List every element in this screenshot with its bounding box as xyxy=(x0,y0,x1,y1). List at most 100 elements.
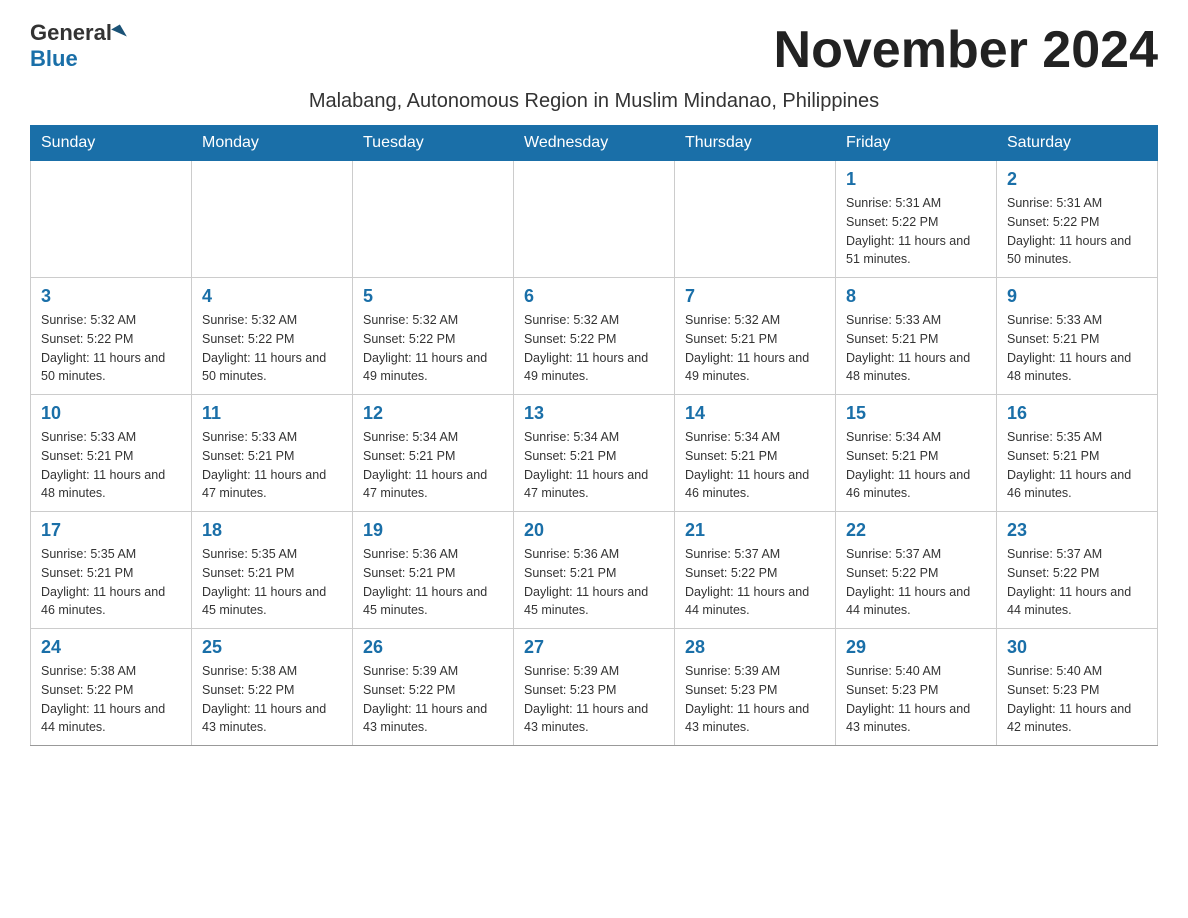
calendar-cell: 23 Sunrise: 5:37 AM Sunset: 5:22 PM Dayli… xyxy=(997,512,1158,629)
calendar-week-row: 3 Sunrise: 5:32 AM Sunset: 5:22 PM Daylig… xyxy=(31,278,1158,395)
calendar-cell: 4 Sunrise: 5:32 AM Sunset: 5:22 PM Daylig… xyxy=(192,278,353,395)
calendar-cell: 13 Sunrise: 5:34 AM Sunset: 5:21 PM Dayli… xyxy=(514,395,675,512)
day-number: 22 xyxy=(846,520,986,541)
day-info: Sunrise: 5:36 AM Sunset: 5:21 PM Dayligh… xyxy=(363,545,503,620)
day-number: 13 xyxy=(524,403,664,424)
day-info: Sunrise: 5:40 AM Sunset: 5:23 PM Dayligh… xyxy=(1007,662,1147,737)
logo-general-text: General xyxy=(30,20,112,46)
day-info: Sunrise: 5:33 AM Sunset: 5:21 PM Dayligh… xyxy=(1007,311,1147,386)
calendar-week-row: 17 Sunrise: 5:35 AM Sunset: 5:21 PM Dayli… xyxy=(31,512,1158,629)
calendar-week-row: 1Sunrise: 5:31 AM Sunset: 5:22 PM Daylig… xyxy=(31,161,1158,278)
day-info: Sunrise: 5:40 AM Sunset: 5:23 PM Dayligh… xyxy=(846,662,986,737)
calendar-cell xyxy=(192,161,353,278)
day-number: 4 xyxy=(202,286,342,307)
day-number: 16 xyxy=(1007,403,1147,424)
month-title: November 2024 xyxy=(774,20,1158,80)
calendar-cell: 18Sunrise: 5:35 AM Sunset: 5:21 PM Dayli… xyxy=(192,512,353,629)
calendar-cell: 17 Sunrise: 5:35 AM Sunset: 5:21 PM Dayli… xyxy=(31,512,192,629)
day-of-week-header: Monday xyxy=(192,126,353,161)
calendar-cell: 5Sunrise: 5:32 AM Sunset: 5:22 PM Daylig… xyxy=(353,278,514,395)
calendar-cell: 15 Sunrise: 5:34 AM Sunset: 5:21 PM Dayli… xyxy=(836,395,997,512)
day-number: 20 xyxy=(524,520,664,541)
calendar-cell: 9 Sunrise: 5:33 AM Sunset: 5:21 PM Daylig… xyxy=(997,278,1158,395)
day-number: 14 xyxy=(685,403,825,424)
calendar-cell xyxy=(353,161,514,278)
day-info: Sunrise: 5:34 AM Sunset: 5:21 PM Dayligh… xyxy=(524,428,664,503)
calendar-table: SundayMondayTuesdayWednesdayThursdayFrid… xyxy=(30,125,1158,746)
day-number: 27 xyxy=(524,637,664,658)
calendar-cell: 25 Sunrise: 5:38 AM Sunset: 5:22 PM Dayli… xyxy=(192,629,353,746)
logo-blue-text: Blue xyxy=(30,46,78,71)
day-info: Sunrise: 5:34 AM Sunset: 5:21 PM Dayligh… xyxy=(846,428,986,503)
calendar-cell xyxy=(675,161,836,278)
page-header: General Blue November 2024 xyxy=(30,20,1158,80)
calendar-cell: 30 Sunrise: 5:40 AM Sunset: 5:23 PM Dayli… xyxy=(997,629,1158,746)
calendar-cell: 21 Sunrise: 5:37 AM Sunset: 5:22 PM Dayli… xyxy=(675,512,836,629)
day-of-week-header: Saturday xyxy=(997,126,1158,161)
day-number: 5 xyxy=(363,286,503,307)
day-number: 21 xyxy=(685,520,825,541)
day-info: Sunrise: 5:38 AM Sunset: 5:22 PM Dayligh… xyxy=(202,662,342,737)
calendar-cell: 10Sunrise: 5:33 AM Sunset: 5:21 PM Dayli… xyxy=(31,395,192,512)
day-number: 9 xyxy=(1007,286,1147,307)
day-number: 28 xyxy=(685,637,825,658)
day-of-week-header: Wednesday xyxy=(514,126,675,161)
calendar-cell: 12 Sunrise: 5:34 AM Sunset: 5:21 PM Dayli… xyxy=(353,395,514,512)
calendar-cell: 16Sunrise: 5:35 AM Sunset: 5:21 PM Dayli… xyxy=(997,395,1158,512)
day-number: 3 xyxy=(41,286,181,307)
day-info: Sunrise: 5:32 AM Sunset: 5:22 PM Dayligh… xyxy=(524,311,664,386)
logo-arrow-icon xyxy=(111,24,127,41)
subtitle: Malabang, Autonomous Region in Muslim Mi… xyxy=(30,90,1158,113)
calendar-cell: 20Sunrise: 5:36 AM Sunset: 5:21 PM Dayli… xyxy=(514,512,675,629)
calendar-cell: 26 Sunrise: 5:39 AM Sunset: 5:22 PM Dayli… xyxy=(353,629,514,746)
day-info: Sunrise: 5:39 AM Sunset: 5:23 PM Dayligh… xyxy=(685,662,825,737)
day-of-week-header: Tuesday xyxy=(353,126,514,161)
day-info: Sunrise: 5:39 AM Sunset: 5:22 PM Dayligh… xyxy=(363,662,503,737)
day-number: 30 xyxy=(1007,637,1147,658)
day-info: Sunrise: 5:33 AM Sunset: 5:21 PM Dayligh… xyxy=(846,311,986,386)
day-info: Sunrise: 5:32 AM Sunset: 5:21 PM Dayligh… xyxy=(685,311,825,386)
day-info: Sunrise: 5:38 AM Sunset: 5:22 PM Dayligh… xyxy=(41,662,181,737)
calendar-cell xyxy=(514,161,675,278)
calendar-cell: 28 Sunrise: 5:39 AM Sunset: 5:23 PM Dayli… xyxy=(675,629,836,746)
day-info: Sunrise: 5:35 AM Sunset: 5:21 PM Dayligh… xyxy=(41,545,181,620)
calendar-cell: 3 Sunrise: 5:32 AM Sunset: 5:22 PM Daylig… xyxy=(31,278,192,395)
calendar-cell: 6Sunrise: 5:32 AM Sunset: 5:22 PM Daylig… xyxy=(514,278,675,395)
day-number: 2 xyxy=(1007,169,1147,190)
calendar-cell: 27 Sunrise: 5:39 AM Sunset: 5:23 PM Dayli… xyxy=(514,629,675,746)
day-number: 12 xyxy=(363,403,503,424)
day-info: Sunrise: 5:32 AM Sunset: 5:22 PM Dayligh… xyxy=(202,311,342,386)
day-number: 17 xyxy=(41,520,181,541)
calendar-header-row: SundayMondayTuesdayWednesdayThursdayFrid… xyxy=(31,126,1158,161)
day-number: 29 xyxy=(846,637,986,658)
calendar-cell: 1Sunrise: 5:31 AM Sunset: 5:22 PM Daylig… xyxy=(836,161,997,278)
day-info: Sunrise: 5:34 AM Sunset: 5:21 PM Dayligh… xyxy=(363,428,503,503)
day-info: Sunrise: 5:31 AM Sunset: 5:22 PM Dayligh… xyxy=(1007,194,1147,269)
calendar-cell: 8Sunrise: 5:33 AM Sunset: 5:21 PM Daylig… xyxy=(836,278,997,395)
logo: General Blue xyxy=(30,20,126,72)
calendar-cell: 22Sunrise: 5:37 AM Sunset: 5:22 PM Dayli… xyxy=(836,512,997,629)
day-info: Sunrise: 5:34 AM Sunset: 5:21 PM Dayligh… xyxy=(685,428,825,503)
header-right: November 2024 xyxy=(774,20,1158,80)
day-number: 23 xyxy=(1007,520,1147,541)
calendar-cell: 24 Sunrise: 5:38 AM Sunset: 5:22 PM Dayli… xyxy=(31,629,192,746)
calendar-cell: 14 Sunrise: 5:34 AM Sunset: 5:21 PM Dayli… xyxy=(675,395,836,512)
day-number: 26 xyxy=(363,637,503,658)
calendar-week-row: 24 Sunrise: 5:38 AM Sunset: 5:22 PM Dayli… xyxy=(31,629,1158,746)
calendar-cell: 19 Sunrise: 5:36 AM Sunset: 5:21 PM Dayli… xyxy=(353,512,514,629)
day-number: 25 xyxy=(202,637,342,658)
calendar-cell xyxy=(31,161,192,278)
day-of-week-header: Thursday xyxy=(675,126,836,161)
day-info: Sunrise: 5:32 AM Sunset: 5:22 PM Dayligh… xyxy=(41,311,181,386)
day-number: 19 xyxy=(363,520,503,541)
calendar-week-row: 10Sunrise: 5:33 AM Sunset: 5:21 PM Dayli… xyxy=(31,395,1158,512)
day-number: 24 xyxy=(41,637,181,658)
day-info: Sunrise: 5:31 AM Sunset: 5:22 PM Dayligh… xyxy=(846,194,986,269)
calendar-cell: 7Sunrise: 5:32 AM Sunset: 5:21 PM Daylig… xyxy=(675,278,836,395)
day-info: Sunrise: 5:37 AM Sunset: 5:22 PM Dayligh… xyxy=(1007,545,1147,620)
calendar-cell: 2 Sunrise: 5:31 AM Sunset: 5:22 PM Daylig… xyxy=(997,161,1158,278)
day-info: Sunrise: 5:33 AM Sunset: 5:21 PM Dayligh… xyxy=(202,428,342,503)
day-info: Sunrise: 5:37 AM Sunset: 5:22 PM Dayligh… xyxy=(685,545,825,620)
day-info: Sunrise: 5:39 AM Sunset: 5:23 PM Dayligh… xyxy=(524,662,664,737)
day-number: 15 xyxy=(846,403,986,424)
